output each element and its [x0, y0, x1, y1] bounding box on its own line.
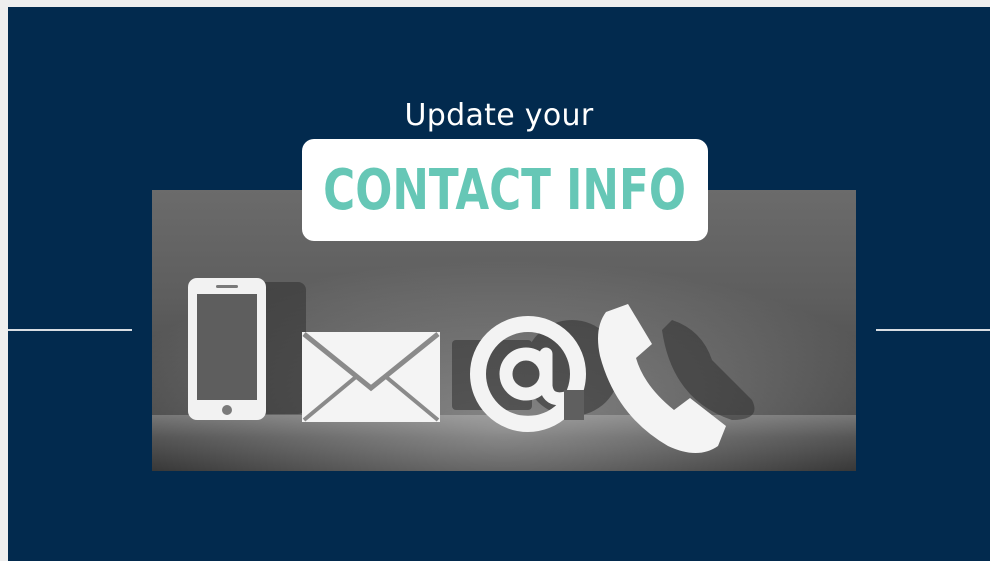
left-divider-line [8, 329, 132, 331]
page-title: CONTACT INFO [323, 157, 687, 223]
title-box: CONTACT INFO [302, 139, 708, 241]
smartphone-icon [188, 278, 266, 420]
envelope-icon [302, 332, 440, 422]
slide: Update your CONTACT INFO [8, 7, 990, 561]
subtitle: Update your [404, 98, 594, 133]
right-divider-line [876, 329, 990, 331]
